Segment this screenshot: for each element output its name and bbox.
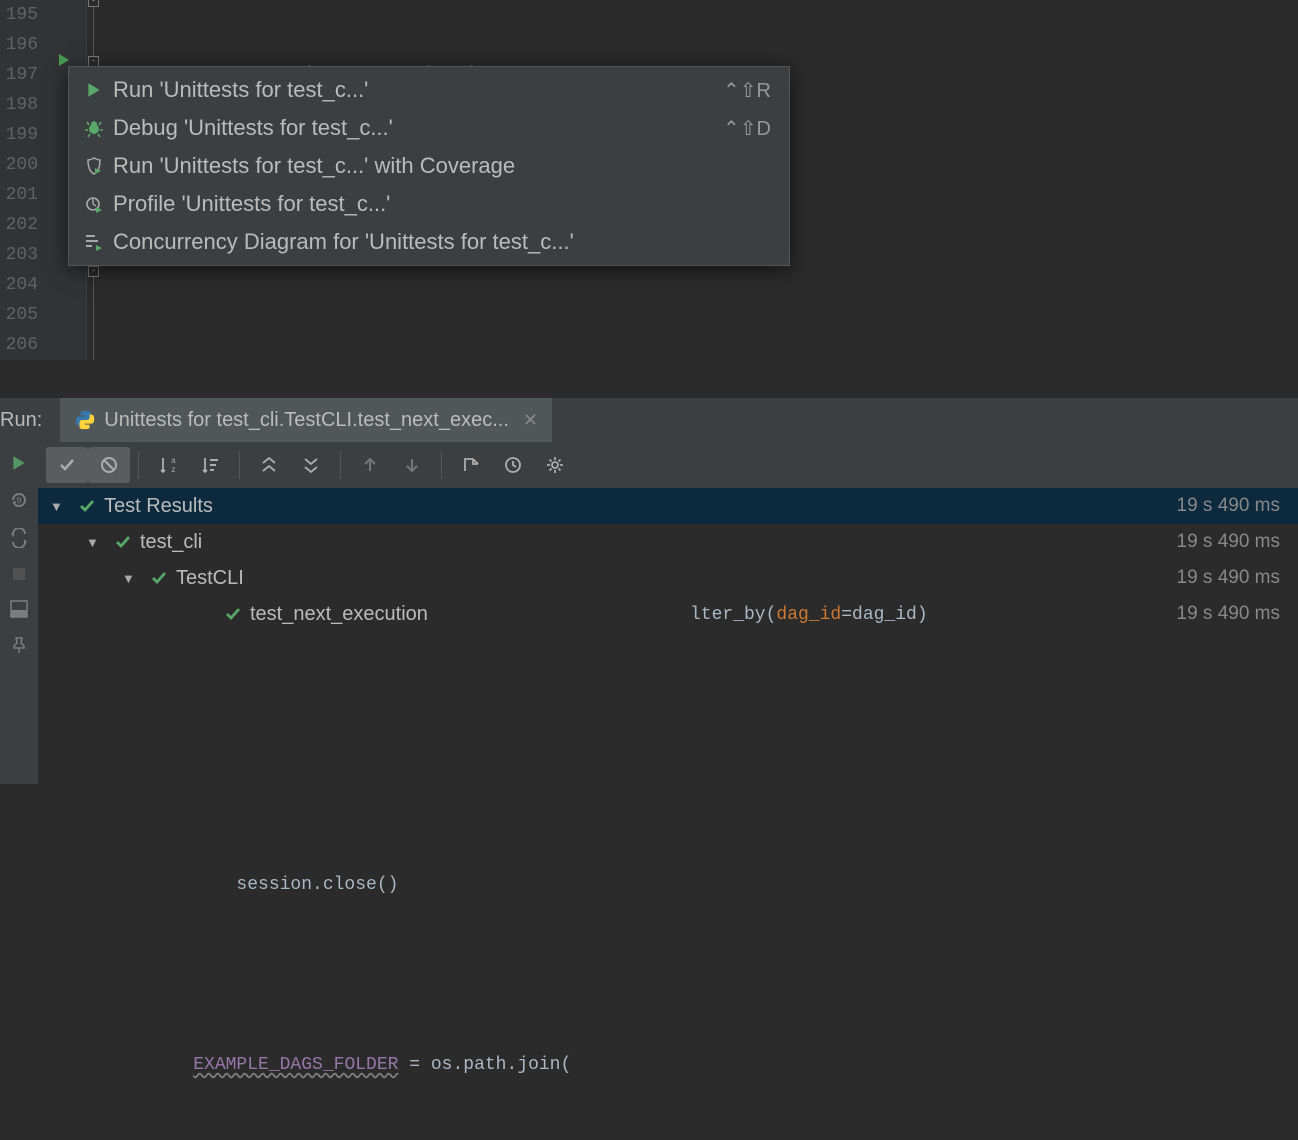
svg-text:9: 9: [16, 496, 21, 506]
line-number: 206: [0, 330, 38, 360]
expand-icon[interactable]: ▼: [122, 571, 142, 586]
line-number: 201: [0, 180, 38, 210]
menu-item-shortcut: ⌃⇧D: [723, 116, 771, 141]
expand-icon[interactable]: ▼: [86, 535, 106, 550]
code-const: EXAMPLE_DAGS_FOLDER: [193, 1055, 398, 1075]
layout-icon[interactable]: [10, 600, 28, 618]
menu-debug-tests[interactable]: Debug 'Unittests for test_c...' ⌃⇧D: [69, 109, 789, 147]
check-icon: [78, 497, 96, 515]
line-number: 205: [0, 300, 38, 330]
profile-icon: [79, 194, 109, 214]
coverage-icon: [79, 156, 109, 176]
expand-icon[interactable]: ▼: [50, 499, 70, 514]
rerun-failed-icon[interactable]: 9: [9, 490, 29, 510]
line-number: 204: [0, 270, 38, 300]
python-icon: [74, 409, 96, 431]
menu-run-coverage[interactable]: Run 'Unittests for test_c...' with Cover…: [69, 147, 789, 185]
line-number: 199: [0, 120, 38, 150]
run-context-menu: Run 'Unittests for test_c...' ⌃⇧R Debug …: [68, 66, 790, 266]
run-icon: [79, 81, 109, 99]
code-kwarg: dag_id: [776, 605, 841, 625]
line-number: 203: [0, 240, 38, 270]
menu-item-shortcut: ⌃⇧R: [723, 78, 771, 103]
code-text: =dag_id): [841, 605, 927, 625]
concurrency-icon: [79, 232, 109, 252]
run-icon[interactable]: [10, 454, 28, 472]
line-number: 202: [0, 210, 38, 240]
code-text: = os.path.join(: [398, 1055, 571, 1075]
menu-run-tests[interactable]: Run 'Unittests for test_c...' ⌃⇧R: [69, 71, 789, 109]
menu-item-label: Concurrency Diagram for 'Unittests for t…: [109, 229, 771, 255]
run-left-rail: 9: [0, 442, 38, 784]
menu-item-label: Debug 'Unittests for test_c...': [109, 115, 723, 141]
check-icon: [114, 533, 132, 551]
bug-icon: [79, 118, 109, 138]
stop-icon[interactable]: [11, 566, 27, 582]
line-number-gutter: 195 196 197 198 199 200 201 202 203 204 …: [0, 0, 48, 360]
code-text: lter_by(: [690, 605, 776, 625]
menu-item-label: Profile 'Unittests for test_c...': [109, 191, 771, 217]
code-text: session.close(): [150, 875, 398, 895]
line-number: 195: [0, 0, 38, 30]
line-number: 198: [0, 90, 38, 120]
menu-concurrency-diagram[interactable]: Concurrency Diagram for 'Unittests for t…: [69, 223, 789, 261]
toggle-auto-test-icon[interactable]: [9, 528, 29, 548]
line-number: 200: [0, 150, 38, 180]
menu-item-label: Run 'Unittests for test_c...': [109, 77, 723, 103]
fold-handle-icon[interactable]: -: [88, 0, 99, 7]
line-number: 196: [0, 30, 38, 60]
menu-item-label: Run 'Unittests for test_c...' with Cover…: [109, 153, 771, 179]
pin-icon[interactable]: [10, 636, 28, 654]
show-passed-button[interactable]: [46, 447, 88, 483]
show-ignored-button[interactable]: [88, 447, 130, 483]
menu-profile[interactable]: Profile 'Unittests for test_c...': [69, 185, 789, 223]
run-panel-title: Run:: [0, 409, 60, 432]
line-number: 197: [0, 60, 38, 90]
fold-handle-icon[interactable]: -: [88, 266, 99, 277]
